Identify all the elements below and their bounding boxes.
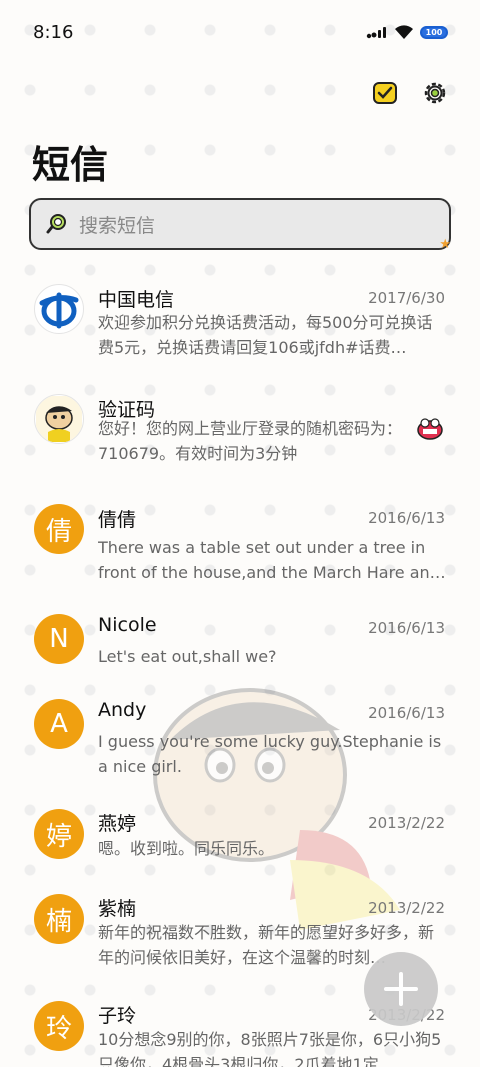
message-list: 中国电信 2017/6/30 欢迎参加积分兑换话费活动，每500分可兑换话费5元… [0, 262, 480, 1067]
star-icon: ★ [439, 237, 451, 252]
cartoon-avatar-icon [36, 396, 82, 442]
checklist-icon [373, 82, 397, 104]
message-item[interactable]: 倩 倩倩 2016/6/13 There was a table set out… [0, 482, 480, 592]
avatar-initial: 玲 [45, 1013, 72, 1044]
message-date: 2016/6/13 [368, 619, 445, 637]
message-date: 2013/2/22 [368, 899, 445, 917]
message-preview: There was a table set out under a tree i… [98, 538, 446, 582]
avatar-initial: 楠 [45, 906, 72, 937]
avatar: A [34, 699, 84, 749]
message-preview: 您好！您的网上营业厅登录的随机密码为：710679。有效时间为3分钟 [98, 419, 403, 463]
status-icons: 100 [366, 24, 448, 40]
message-date: 2016/6/13 [368, 704, 445, 722]
avatar: 玲 [34, 1001, 84, 1051]
wifi-icon [395, 25, 413, 39]
message-date: 2017/6/30 [368, 289, 445, 307]
contact-name: Nicole [98, 614, 157, 636]
china-telecom-logo-icon [39, 292, 79, 329]
search-input[interactable]: 搜索短信 ★ [29, 198, 451, 252]
message-preview: 嗯。收到啦。同乐同乐。 [98, 839, 275, 858]
new-message-button[interactable] [364, 952, 438, 1026]
battery-icon: 100 [420, 25, 448, 39]
avatar: 倩 [34, 504, 84, 554]
gear-icon [424, 82, 446, 104]
message-date: 2013/2/22 [368, 814, 445, 832]
avatar [34, 284, 84, 334]
contact-name: 子玲 [98, 1005, 137, 1027]
contact-name: 燕婷 [98, 813, 137, 835]
contact-name: Andy [98, 699, 147, 721]
avatar [34, 394, 84, 444]
avatar: 婷 [34, 809, 84, 859]
status-bar: 8:16 100 [0, 0, 480, 66]
contact-name: 紫楠 [98, 898, 137, 920]
settings-button[interactable] [422, 80, 448, 106]
page-title: 短信 [32, 143, 109, 187]
search-placeholder: 搜索短信 [79, 214, 156, 237]
plus-icon [384, 972, 418, 1006]
message-item[interactable]: 验证码 您好！您的网上营业厅登录的随机密码为：710679。有效时间为3分钟 [0, 372, 480, 482]
select-messages-button[interactable] [372, 80, 398, 106]
avatar-initial: N [49, 624, 69, 654]
message-preview: Let's eat out,shall we? [98, 647, 277, 666]
status-time: 8:16 [33, 22, 74, 43]
message-item[interactable]: A Andy 2016/6/13 I guess you're some luc… [0, 677, 480, 787]
top-actions [372, 80, 448, 106]
avatar-initial: 倩 [45, 516, 72, 547]
message-item[interactable]: N Nicole 2016/6/13 Let's eat out,shall w… [0, 592, 480, 677]
battery-level: 100 [425, 27, 443, 37]
avatar-initial: A [50, 709, 68, 739]
contact-name: 中国电信 [98, 289, 175, 311]
search-icon [46, 214, 66, 234]
message-preview: I guess you're some lucky guy.Stephanie … [98, 732, 442, 776]
message-preview: 欢迎参加积分兑换话费活动，每500分可兑换话费5元，兑换话费请回复106或jfd… [98, 313, 433, 357]
avatar: 楠 [34, 894, 84, 944]
message-preview: 10分想念9别的你，8张照片7张是你，6只小狗5只像你，4根骨头3根归你，2爪着… [98, 1030, 442, 1067]
message-item[interactable]: 婷 燕婷 2013/2/22 嗯。收到啦。同乐同乐。 [0, 787, 480, 872]
signal-icon [366, 27, 386, 39]
contact-name: 倩倩 [98, 509, 137, 531]
message-date: 2016/6/13 [368, 509, 445, 527]
avatar: N [34, 614, 84, 664]
avatar-initial: 婷 [45, 821, 72, 852]
message-item[interactable]: 中国电信 2017/6/30 欢迎参加积分兑换话费活动，每500分可兑换话费5元… [0, 262, 480, 372]
